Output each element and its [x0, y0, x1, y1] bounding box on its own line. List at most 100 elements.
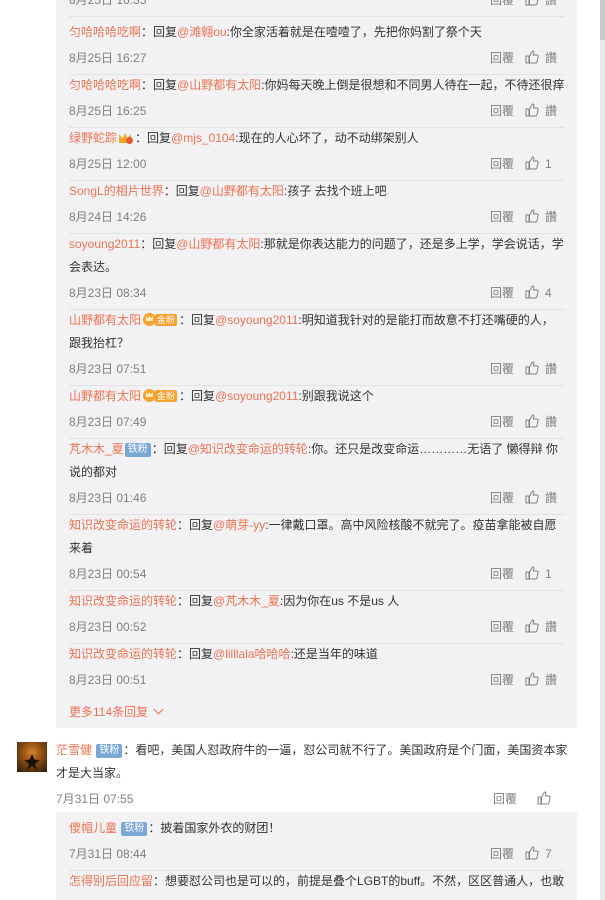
reply-item: 知识改变命运的转轮：回复@萌芽-yy:一律戴口罩。高中风险核酸不就完了。疫苗拿能… — [69, 514, 565, 591]
comment-username[interactable]: 茫雪健 — [56, 743, 92, 757]
reply-button[interactable]: 回覆 — [490, 844, 514, 864]
reply-username[interactable]: 傻帽儿童 — [69, 821, 117, 835]
divider — [69, 16, 565, 17]
scrollbar-thumb[interactable] — [600, 0, 605, 40]
reply-button[interactable]: 回覆 — [493, 789, 517, 809]
reply-button[interactable]: 回覆 — [490, 48, 514, 68]
reply-username[interactable]: 芃木木_夏 — [69, 442, 124, 456]
mention-link[interactable]: @滩翱ou — [177, 25, 227, 39]
reply-username[interactable]: 匀哈哈哈吃啊 — [69, 25, 141, 39]
reply-button[interactable]: 回覆 — [490, 670, 514, 690]
reply-item: 山野都有太阳 金粉 ：回复@soyoung2011:别跟我说这个 8月23日 07:4… — [69, 385, 565, 439]
crown-icon — [143, 389, 157, 402]
like-button[interactable]: 讚 — [525, 670, 565, 690]
reply-button[interactable]: 回覆 — [490, 359, 514, 379]
reply-username[interactable]: 怎得别后回应留 — [69, 874, 153, 888]
mention-link[interactable]: @lilllala哈哈哈 — [213, 647, 291, 661]
reply-button[interactable]: 回覆 — [490, 101, 514, 121]
like-button[interactable]: 1 — [525, 154, 565, 174]
reply-time: 8月23日 00:54 — [69, 567, 147, 581]
mention-link[interactable]: @山野都有太阳 — [177, 78, 261, 92]
iron-fan-badge[interactable]: 铁粉 — [121, 822, 148, 836]
like-count: 讚 — [545, 620, 558, 634]
mention-link[interactable]: @知识改变命运的转轮 — [188, 442, 308, 456]
reply-item-partial: 8月25日 16:35 回覆 讚 — [69, 0, 565, 17]
like-button[interactable]: 讚 — [525, 101, 565, 121]
reply-time: 8月25日 16:27 — [69, 51, 147, 65]
mention-link[interactable]: @soyoung2011 — [215, 313, 298, 327]
gold-fan-badge[interactable]: 金粉 — [143, 389, 178, 402]
like-count: 7 — [545, 847, 552, 861]
thumbs-up-icon — [525, 103, 539, 117]
reply-button[interactable]: 回覆 — [490, 283, 514, 303]
reply-button[interactable]: 回覆 — [490, 412, 514, 432]
reply-username[interactable]: 知识改变命运的转轮 — [69, 647, 177, 661]
gold-fan-badge[interactable]: 金粉 — [143, 313, 178, 326]
like-count: 讚 — [545, 362, 558, 376]
like-button[interactable]: 讚 — [525, 48, 565, 68]
like-button[interactable]: 讚 — [525, 488, 565, 508]
reply-time: 8月23日 07:51 — [69, 362, 147, 376]
mention-link[interactable]: @soyoung2011 — [215, 389, 298, 403]
reply-time: 8月23日 00:52 — [69, 620, 147, 634]
reply-username[interactable]: soyoung2011 — [69, 237, 140, 251]
reply-prefix: ：回复 — [177, 594, 214, 608]
reply-item: 芃木木_夏 铁粉 ：回复@知识改变命运的转轮:你。还只是改变命运…………无语了 懒得… — [69, 438, 565, 515]
reply-button[interactable]: 回覆 — [490, 0, 514, 10]
reply-time: 8月25日 16:35 — [69, 0, 147, 7]
reply-text: :因为你在us 不是us 人 — [279, 594, 400, 608]
like-button[interactable]: 7 — [525, 844, 565, 864]
reply-text: :孩子 去找个班上吧 — [283, 184, 387, 198]
reply-time: 8月25日 12:00 — [69, 157, 147, 171]
reply-text: :你全家活着就是在噎噎了，先把你妈割了祭个天 — [226, 25, 482, 39]
like-button[interactable]: 1 — [525, 564, 565, 584]
reply-username[interactable]: 知识改变命运的转轮 — [69, 518, 177, 532]
thumbs-up-icon — [537, 791, 551, 805]
like-button[interactable]: 4 — [525, 283, 565, 303]
like-button[interactable]: 讚 — [525, 617, 565, 637]
reply-text: :还是当年的味道 — [290, 647, 378, 661]
reply-item: 知识改变命运的转轮：回复@lilllala哈哈哈:还是当年的味道 8月23日 00… — [69, 643, 565, 690]
avatar[interactable] — [17, 742, 47, 772]
like-count: 1 — [545, 567, 552, 581]
reply-username[interactable]: 匀哈哈哈吃啊 — [69, 78, 141, 92]
reply-text: :现在的人心坏了，动不动绑架别人 — [235, 131, 419, 145]
reply-username[interactable]: 知识改变命运的转轮 — [69, 594, 177, 608]
like-button[interactable]: 讚 — [525, 359, 565, 379]
reply-username[interactable]: 绿野蛇踪 — [69, 131, 117, 145]
iron-fan-badge[interactable]: 铁粉 — [124, 443, 151, 457]
like-button[interactable]: 讚 — [525, 207, 565, 227]
reply-button[interactable]: 回覆 — [490, 207, 514, 227]
scrollbar[interactable] — [600, 0, 605, 900]
like-button[interactable]: 讚 — [525, 0, 565, 10]
more-replies-link[interactable]: 更多114条回复 — [69, 702, 164, 722]
mention-link[interactable]: @芃木木_夏 — [213, 594, 280, 608]
reply-username[interactable]: SongL的相片世界 — [69, 184, 164, 198]
mention-link[interactable]: @mjs_0104 — [171, 131, 235, 145]
reply-item: 匀哈哈哈吃啊：回复@滩翱ou:你全家活着就是在噎噎了，先把你妈割了祭个天 8月25… — [69, 21, 565, 75]
thumbs-up-icon — [525, 209, 539, 223]
reply-time: 8月23日 08:34 — [69, 286, 147, 300]
vip-crown-icon[interactable] — [119, 131, 134, 144]
sub-reply-item: 怎得别后回应留：想要怼公司也是可以的，前提是叠个LGBT的buff。不然，区区普… — [69, 870, 565, 893]
reply-button[interactable]: 回覆 — [490, 617, 514, 637]
like-count: 讚 — [545, 210, 558, 224]
reply-time: 8月23日 01:46 — [69, 491, 147, 505]
iron-fan-badge[interactable]: 铁粉 — [96, 744, 123, 758]
mention-link[interactable]: @山野都有太阳 — [200, 184, 284, 198]
sub-reply-item: 傻帽儿童 铁粉 ：披着国家外衣的财团！ 7月31日 08:44 回覆 7 — [69, 817, 565, 871]
reply-time: 8月23日 07:49 — [69, 415, 147, 429]
reply-text: :别跟我说这个 — [298, 389, 374, 403]
thumbs-up-icon — [525, 50, 539, 64]
reply-prefix: ：回复 — [179, 313, 216, 327]
reply-button[interactable]: 回覆 — [490, 154, 514, 174]
like-button[interactable]: 讚 — [525, 412, 565, 432]
mention-link[interactable]: @萌芽-yy — [213, 518, 265, 532]
reply-username[interactable]: 山野都有太阳 — [69, 313, 141, 327]
mention-link[interactable]: @山野都有太阳 — [176, 237, 260, 251]
reply-button[interactable]: 回覆 — [490, 564, 514, 584]
like-count: 讚 — [545, 415, 558, 429]
reply-username[interactable]: 山野都有太阳 — [69, 389, 141, 403]
reply-button[interactable]: 回覆 — [490, 488, 514, 508]
reply-item: 匀哈哈哈吃啊：回复@山野都有太阳:你妈每天晚上倒是很想和不同男人待在一起，不待还… — [69, 74, 565, 128]
